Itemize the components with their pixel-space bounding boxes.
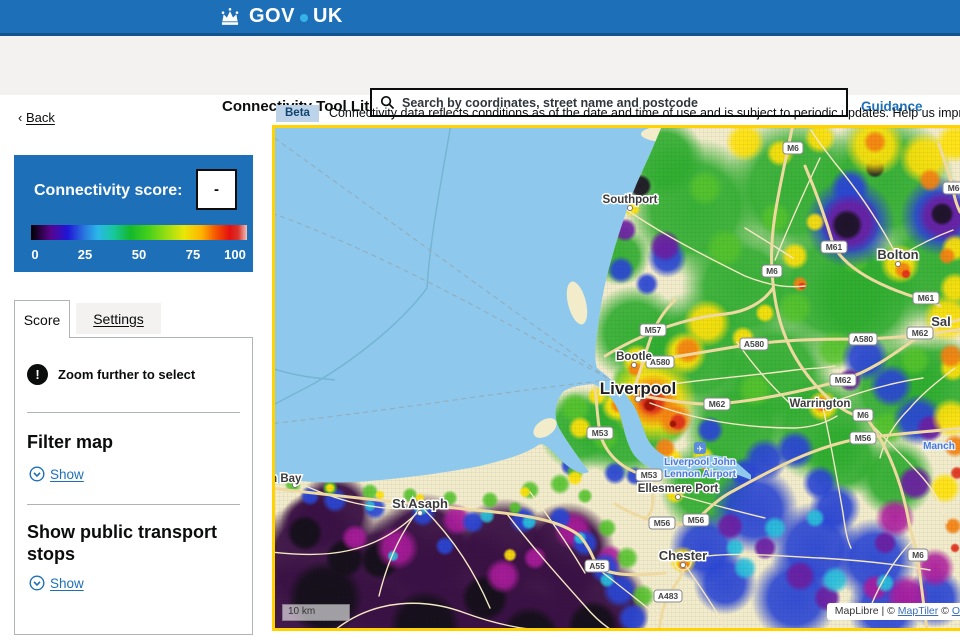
divider [27, 412, 240, 413]
tab-settings-label: Settings [93, 311, 144, 327]
svg-text:M6: M6 [787, 143, 799, 153]
tick-75: 75 [186, 247, 200, 262]
airport-label-line2: Lennon Airport [664, 469, 737, 480]
tick-0: 0 [31, 247, 38, 262]
tick-25: 25 [78, 247, 92, 262]
tab-score[interactable]: Score [14, 300, 70, 338]
tab-settings[interactable]: Settings [76, 303, 161, 334]
score-scale-ticks: 0 25 50 75 100 [31, 247, 247, 263]
tick-50: 50 [132, 247, 146, 262]
svg-text:M57: M57 [645, 325, 662, 335]
phase-message: Connectivity data reflects conditions as… [329, 106, 960, 120]
attribution-prefix: MapLibre | © [835, 605, 898, 617]
connectivity-map[interactable]: M57 A580 A580 A580 M62 M62 M62 M53 M53 M… [272, 125, 960, 631]
svg-text:M62: M62 [835, 375, 852, 385]
filter-show-label: Show [50, 467, 84, 482]
label-liverpool: Liverpool [600, 379, 677, 398]
svg-text:A580: A580 [853, 334, 874, 344]
svg-text:A55: A55 [589, 561, 605, 571]
svg-text:M53: M53 [641, 470, 658, 480]
label-chester: Chester [659, 548, 707, 563]
airplane-icon: ✈ [697, 445, 704, 454]
govuk-header-bar: GOV UK [0, 0, 960, 36]
back-chevron-icon: ‹ [18, 110, 22, 125]
transport-show-label: Show [50, 576, 84, 591]
map-attribution: MapLibre | © MapTiler © O [827, 603, 960, 620]
label-colwyn-bay: olwyn Bay [275, 473, 302, 485]
map-scale-bar: 10 km [282, 604, 350, 621]
transport-show-link[interactable]: Show [29, 575, 84, 591]
connectivity-score-panel: Connectivity score: - 0 25 50 75 100 [14, 155, 253, 272]
svg-text:A483: A483 [658, 591, 679, 601]
svg-text:M61: M61 [826, 242, 843, 252]
maptiler-link[interactable]: MapTiler [898, 605, 938, 617]
transport-heading: Show public transport stops [27, 521, 237, 565]
score-label: Connectivity score: [34, 182, 182, 200]
alert-icon: ! [27, 364, 48, 385]
svg-text:A580: A580 [650, 357, 671, 367]
back-link[interactable]: ‹ Back [18, 110, 55, 125]
svg-text:M62: M62 [912, 328, 929, 338]
back-label: Back [26, 110, 55, 125]
tick-100: 100 [224, 247, 246, 262]
phase-banner: Beta Connectivity data reflects conditio… [276, 103, 960, 123]
svg-text:M61: M61 [918, 293, 935, 303]
phase-banner-text: Connectivity data reflects conditions as… [329, 106, 960, 120]
svg-text:M53: M53 [592, 428, 609, 438]
logo-dot-icon [300, 14, 308, 22]
svg-text:M56: M56 [855, 433, 872, 443]
svg-text:M6: M6 [912, 550, 924, 560]
svg-text:A580: A580 [744, 339, 765, 349]
label-manchester: Manch [923, 441, 955, 452]
chevron-down-circle-icon [29, 575, 45, 591]
logo-uk: UK [313, 5, 343, 28]
svg-text:M6: M6 [857, 410, 869, 420]
score-tab-panel: ! Zoom further to select Filter map Show… [14, 337, 253, 635]
divider [27, 504, 240, 505]
svg-text:M6: M6 [766, 266, 778, 276]
attribution-mid: © [938, 605, 952, 617]
govuk-logo[interactable]: GOV UK [218, 5, 343, 28]
label-salford: Sal [931, 314, 951, 329]
label-southport: Southport [603, 194, 658, 206]
svg-text:M66: M66 [948, 183, 960, 193]
filter-map-heading: Filter map [27, 431, 237, 453]
chevron-down-circle-icon [29, 466, 45, 482]
map-canvas[interactable]: M57 A580 A580 A580 M62 M62 M62 M53 M53 M… [275, 128, 960, 628]
svg-text:M56: M56 [654, 518, 671, 528]
scale-label: 10 km [288, 606, 315, 617]
tab-score-label: Score [24, 312, 61, 328]
label-ellesmere-port: Ellesmere Port [638, 483, 719, 495]
crown-icon [218, 7, 242, 27]
label-bolton: Bolton [877, 247, 918, 262]
svg-text:M56: M56 [688, 515, 705, 525]
score-color-scale [31, 225, 247, 240]
label-warrington: Warrington [790, 398, 851, 410]
label-bootle: Bootle [616, 351, 652, 363]
osm-link[interactable]: O [952, 605, 960, 617]
score-value-box: - [196, 169, 237, 210]
airport-label-line1: Liverpool John [664, 457, 736, 468]
alert-text: Zoom further to select [58, 367, 195, 382]
beta-tag: Beta [276, 105, 319, 122]
filter-show-link[interactable]: Show [29, 466, 84, 482]
service-header: Connectivity Tool Lite Guidance [0, 36, 960, 95]
svg-text:M62: M62 [709, 399, 726, 409]
zoom-alert: ! Zoom further to select [27, 364, 195, 385]
logo-gov: GOV [249, 5, 295, 28]
label-st-asaph: St Asaph [392, 496, 448, 511]
